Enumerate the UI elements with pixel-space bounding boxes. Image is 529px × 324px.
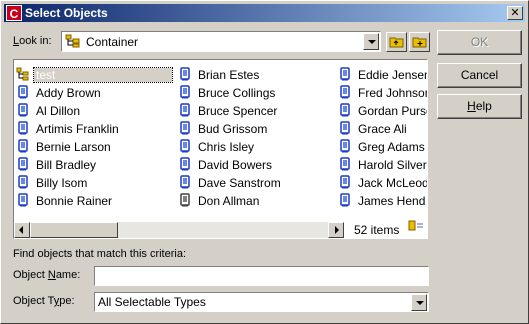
user-icon xyxy=(338,157,352,171)
select-objects-dialog: C Select Objects ✕ Look in: Container te… xyxy=(0,0,529,324)
list-item-label: James Hend xyxy=(358,194,426,208)
container-icon xyxy=(65,34,81,51)
look-in-dropdown-button[interactable] xyxy=(363,33,379,50)
up-one-level-button[interactable] xyxy=(386,32,407,52)
object-type-dropdown-button[interactable] xyxy=(411,294,427,311)
window-title: Select Objects xyxy=(25,6,108,20)
list-item-label: Billy Isom xyxy=(36,176,88,190)
list-item-label: Bud Grissom xyxy=(198,122,268,136)
user-icon xyxy=(16,157,30,171)
user-icon xyxy=(338,67,352,81)
list-item-label: Bill Bradley xyxy=(36,158,97,172)
resize-grip-icon xyxy=(408,219,424,236)
user-icon xyxy=(338,193,352,207)
user-icon xyxy=(338,121,352,135)
list-item-label: Don Allman xyxy=(198,194,260,208)
list-item-label: Dave Sanstrom xyxy=(198,176,281,190)
app-logo-icon: C xyxy=(6,5,22,21)
list-item-label: Al Dillon xyxy=(36,104,81,118)
new-container-button[interactable] xyxy=(409,32,430,52)
list-item-label: Grace Ali xyxy=(358,122,407,136)
user-icon xyxy=(178,67,192,81)
user-icon xyxy=(338,85,352,99)
list-item-label: David Bowers xyxy=(198,158,273,172)
object-type-value: All Selectable Types xyxy=(98,295,206,309)
list-item-label: Harold Silver xyxy=(358,158,427,172)
user-icon xyxy=(338,139,352,153)
object-name-input[interactable] xyxy=(94,266,429,286)
look-in-combo[interactable]: Container xyxy=(61,31,381,52)
list-item-label: Fred Johnson xyxy=(358,86,428,100)
list-item-label: Bonnie Rainer xyxy=(36,194,113,208)
look-in-label: Look in: xyxy=(13,35,52,47)
list-item-label: Bernie Larson xyxy=(36,140,111,154)
user-icon xyxy=(178,85,192,99)
list-item-label: Eddie Jensen xyxy=(358,68,428,82)
user-icon xyxy=(178,121,192,135)
list-item-label: Jack McLeod xyxy=(358,176,428,190)
scroll-right-button[interactable] xyxy=(328,222,344,238)
object-type-label: Object Type: xyxy=(13,295,75,307)
object-type-combo[interactable]: All Selectable Types xyxy=(94,292,429,312)
user-icon xyxy=(338,175,352,189)
item-count: 52 items xyxy=(354,223,400,237)
title-bar[interactable]: C Select Objects ✕ xyxy=(4,4,525,22)
user-disabled-icon xyxy=(178,193,192,207)
scroll-left-button[interactable] xyxy=(14,222,30,238)
list-item-label: Gordan Purse xyxy=(358,104,428,118)
list-item-label: Chris Isley xyxy=(198,140,255,154)
object-name-label: Object Name: xyxy=(13,269,81,281)
user-icon xyxy=(178,175,192,189)
user-icon xyxy=(338,103,352,117)
list-item-label: Artimis Franklin xyxy=(36,122,119,136)
list-item-label: Addy Brown xyxy=(36,86,101,100)
user-icon xyxy=(16,85,30,99)
list-item-label: Brian Estes xyxy=(198,68,260,82)
user-icon xyxy=(16,121,30,135)
container-icon xyxy=(16,67,30,81)
list-item-label: Bruce Spencer xyxy=(198,104,278,118)
user-icon xyxy=(16,139,30,153)
scroll-thumb[interactable] xyxy=(30,222,118,238)
user-icon xyxy=(16,175,30,189)
close-button[interactable]: ✕ xyxy=(507,6,523,20)
close-icon: ✕ xyxy=(510,7,520,19)
criteria-heading: Find objects that match this criteria: xyxy=(13,248,187,260)
cancel-button[interactable]: Cancel xyxy=(437,63,522,88)
user-icon xyxy=(16,103,30,117)
user-icon xyxy=(178,139,192,153)
list-item-label: Bruce Collings xyxy=(198,86,276,100)
ok-button[interactable]: OK xyxy=(437,30,522,55)
help-button[interactable]: Help xyxy=(437,94,522,119)
list-item-label: test xyxy=(33,67,173,83)
look-in-value: Container xyxy=(86,35,139,49)
user-icon xyxy=(178,103,192,117)
horizontal-scrollbar[interactable] xyxy=(14,222,344,238)
user-icon xyxy=(16,193,30,207)
object-list[interactable]: test Addy Brown Al Dillon Artimis Franklin B… xyxy=(13,59,428,239)
user-icon xyxy=(178,157,192,171)
list-item-label: Greg Adams xyxy=(358,140,425,154)
